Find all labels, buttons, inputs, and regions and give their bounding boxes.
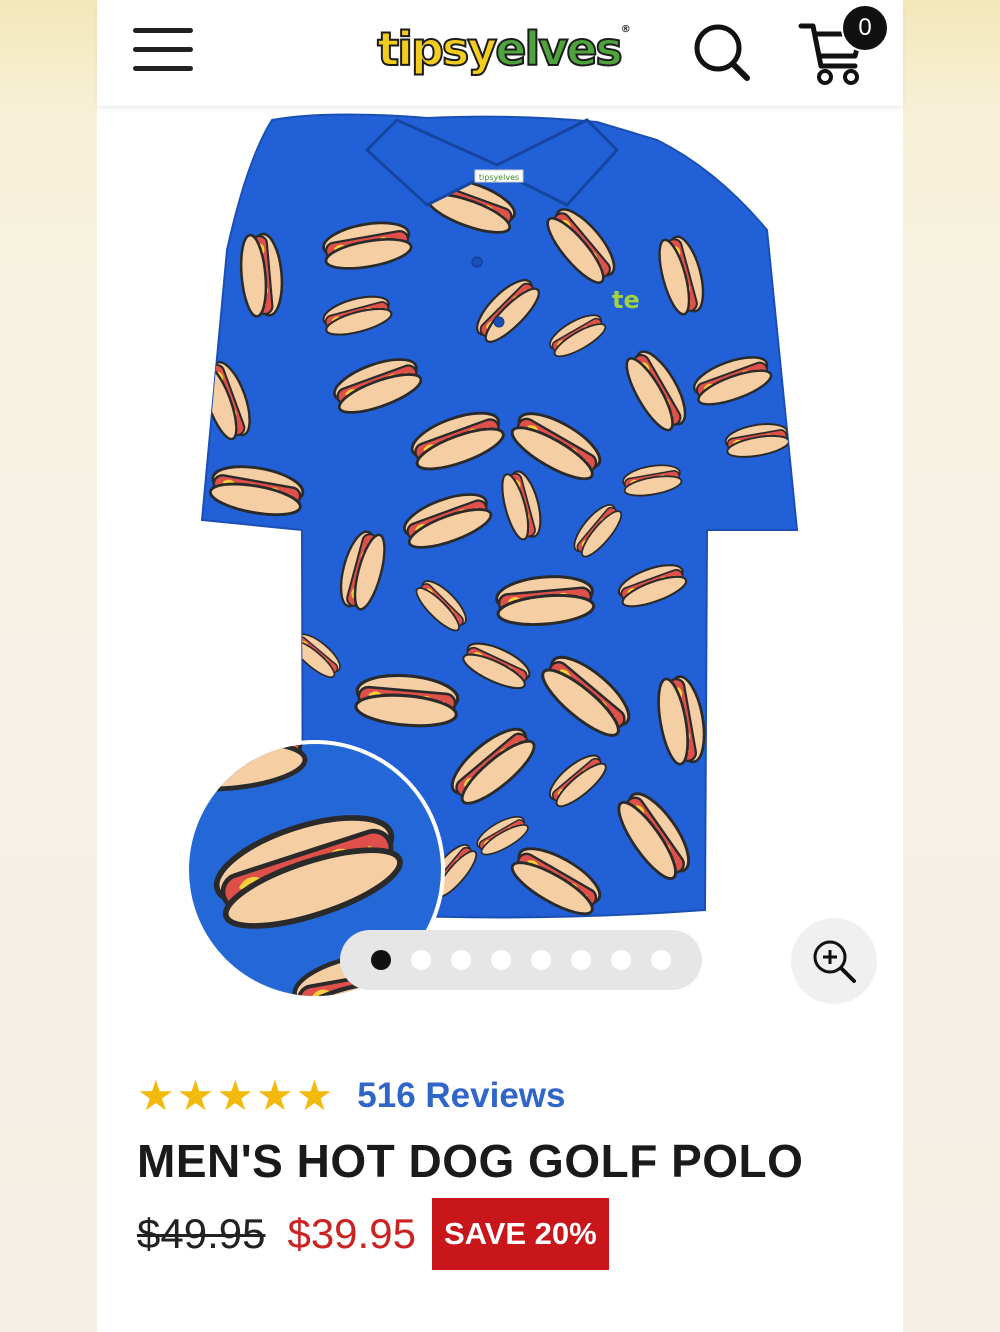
cart-button[interactable]: 0: [797, 4, 889, 88]
search-button[interactable]: [691, 20, 755, 84]
sale-price: $39.95: [287, 1210, 416, 1257]
site-logo[interactable]: tipsy elves ®: [373, 14, 633, 84]
save-badge: SAVE 20%: [431, 1198, 609, 1270]
star-icon: ★: [255, 1071, 294, 1120]
carousel-dot-1[interactable]: [371, 950, 391, 970]
carousel-dot-8[interactable]: [651, 950, 671, 970]
zoom-button[interactable]: [791, 918, 877, 1004]
zoom-in-icon: [813, 940, 856, 983]
collar-tag-text: tipsyelves: [479, 173, 519, 182]
logo-part-1: tipsy: [376, 21, 498, 77]
site-header: tipsy elves ® 0: [97, 0, 903, 107]
price-row: $49.95 $39.95 SAVE 20%: [137, 1198, 609, 1270]
menu-bar-icon: [133, 28, 193, 33]
logo-registered-mark: ®: [620, 24, 631, 35]
original-price: $49.95: [137, 1210, 266, 1257]
cart-count-badge: 0: [841, 4, 889, 52]
pocket-logo: te: [612, 286, 640, 314]
search-icon: [694, 24, 750, 81]
star-icon: ★: [137, 1071, 175, 1120]
menu-bar-icon: [133, 47, 193, 52]
carousel-dot-2[interactable]: [411, 950, 431, 970]
hamburger-menu-button[interactable]: [133, 26, 193, 74]
image-carousel-dots: [340, 930, 702, 990]
star-icon: ★: [176, 1071, 215, 1120]
carousel-dot-4[interactable]: [491, 950, 511, 970]
reviews-link[interactable]: 516 Reviews: [357, 1076, 565, 1116]
star-rating: ★ ★ ★ ★ ★: [137, 1075, 333, 1117]
carousel-dot-6[interactable]: [571, 950, 591, 970]
carousel-dot-3[interactable]: [451, 950, 471, 970]
carousel-dot-5[interactable]: [531, 950, 551, 970]
product-page: tipsy elves ® 0 tipsyelves te ★ ★ ★ ★ ★ …: [97, 0, 903, 1332]
star-icon: ★: [295, 1071, 334, 1120]
logo-part-2: elves: [494, 21, 624, 77]
rating-row: ★ ★ ★ ★ ★ 516 Reviews: [137, 1066, 566, 1126]
menu-bar-icon: [133, 66, 193, 71]
product-image[interactable]: tipsyelves te: [97, 110, 903, 1010]
carousel-dot-7[interactable]: [611, 950, 631, 970]
product-title: MEN'S HOT DOG GOLF POLO: [137, 1135, 804, 1187]
star-icon: ★: [216, 1071, 254, 1120]
